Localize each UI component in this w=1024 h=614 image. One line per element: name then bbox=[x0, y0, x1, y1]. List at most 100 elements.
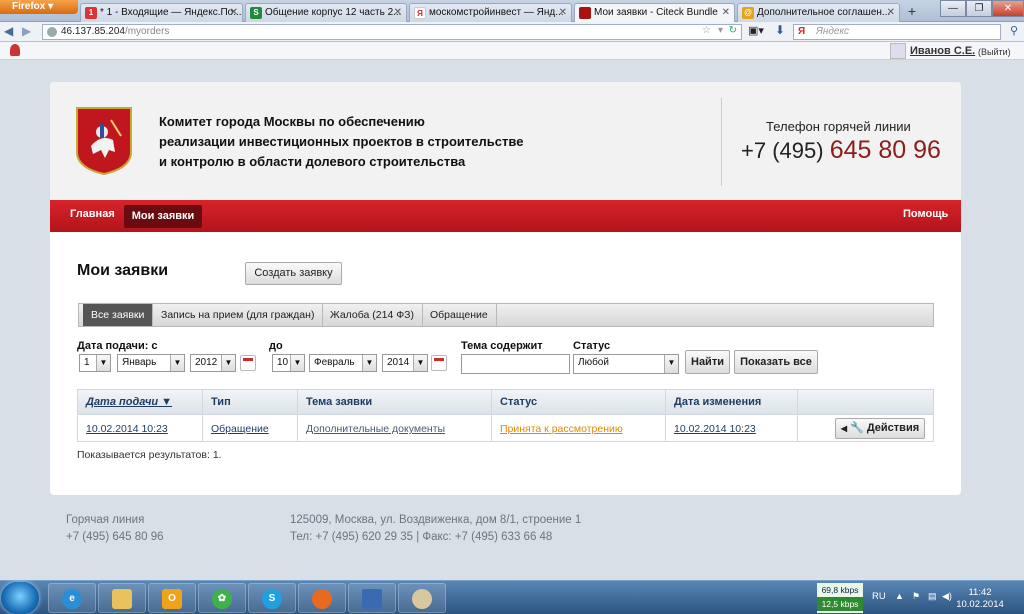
column-header-changed[interactable]: Дата изменения bbox=[674, 396, 761, 408]
from-year-select[interactable]: 2012 ▼ bbox=[190, 354, 236, 372]
status-select[interactable]: Любой ▼ bbox=[573, 354, 679, 374]
network-tray-icon[interactable]: ▤ bbox=[928, 591, 937, 602]
bookmark-star-icon[interactable]: ☆ bbox=[702, 25, 711, 36]
to-day-select[interactable]: 10 ▼ bbox=[272, 354, 305, 372]
column-header-status[interactable]: Статус bbox=[500, 396, 537, 408]
topic-input[interactable] bbox=[461, 354, 570, 374]
actions-button[interactable]: ◀ 🔧 Действия bbox=[835, 418, 925, 439]
from-month-select[interactable]: Январь ▼ bbox=[117, 354, 185, 372]
moscow-coat-of-arms-icon bbox=[76, 107, 132, 176]
language-indicator[interactable]: RU bbox=[872, 591, 886, 602]
content-card: Комитет города Москвы по обеспечению реа… bbox=[50, 82, 961, 495]
table-header: Дата подачи ▼ Тип Тема заявки Статус Дат… bbox=[78, 390, 933, 414]
close-icon[interactable]: ✕ bbox=[887, 7, 895, 18]
menu-item-my-orders[interactable]: Мои заявки bbox=[124, 205, 202, 228]
taskbar-ie[interactable]: e bbox=[48, 583, 96, 613]
footer-hotline-phone: +7 (495) 645 80 96 bbox=[66, 531, 164, 543]
tab-appointment[interactable]: Запись на прием (для граждан) bbox=[153, 304, 324, 326]
from-day-select[interactable]: 1 ▼ bbox=[79, 354, 111, 372]
cell-changed-link[interactable]: 10.02.2014 10:23 bbox=[674, 423, 756, 435]
from-year-value: 2012 bbox=[195, 357, 218, 368]
taskbar-icq[interactable]: ✿ bbox=[198, 583, 246, 613]
tab-appeal[interactable]: Обращение bbox=[422, 304, 497, 326]
taskbar-outlook[interactable]: O bbox=[148, 583, 196, 613]
reload-icon[interactable]: ↻ bbox=[729, 25, 737, 36]
dropdown-icon[interactable]: ▾ bbox=[718, 25, 723, 36]
taskbar-paint[interactable] bbox=[398, 583, 446, 613]
tab-yandex-mail[interactable]: 1 * 1 - Входящие — Яндекс.По... ✕ bbox=[80, 3, 243, 22]
taskbar-skype[interactable]: S bbox=[248, 583, 296, 613]
to-year-value: 2014 bbox=[387, 357, 410, 368]
minimize-button[interactable]: — bbox=[940, 0, 966, 17]
logout-link[interactable]: (Выйти) bbox=[978, 47, 1011, 57]
to-year-select[interactable]: 2014 ▼ bbox=[382, 354, 428, 372]
pin-icon[interactable] bbox=[10, 44, 20, 56]
search-icon[interactable]: ⚲ bbox=[1010, 24, 1018, 37]
chevron-down-icon: ▼ bbox=[170, 355, 184, 371]
green-s-icon: S bbox=[250, 7, 262, 19]
calendar-icon[interactable] bbox=[431, 355, 447, 371]
back-icon[interactable]: ◀ bbox=[4, 24, 13, 38]
close-window-button[interactable]: ✕ bbox=[992, 0, 1024, 17]
network-icon bbox=[362, 589, 382, 609]
cell-topic-link[interactable]: Дополнительные документы bbox=[306, 423, 445, 435]
flag-icon[interactable]: ⚑ bbox=[912, 591, 920, 602]
taskbar-firefox[interactable] bbox=[298, 583, 346, 613]
taskbar-explorer[interactable] bbox=[98, 583, 146, 613]
close-icon[interactable]: ✕ bbox=[722, 7, 730, 18]
firefox-menu-button[interactable]: Firefox ▾ bbox=[0, 0, 78, 14]
close-icon[interactable]: ✕ bbox=[394, 7, 402, 18]
taskbar: e O ✿ S 69,8 kbps 12,5 kbps RU ▲ ⚑ ▤ ◀) … bbox=[0, 580, 1024, 614]
menu-item-home[interactable]: Главная bbox=[70, 208, 115, 220]
tab-complaint[interactable]: Жалоба (214 ФЗ) bbox=[322, 304, 424, 326]
header-divider bbox=[721, 98, 722, 186]
order-type-tabs: Все заявки Запись на прием (для граждан)… bbox=[78, 303, 934, 327]
to-month-select[interactable]: Февраль ▼ bbox=[309, 354, 377, 372]
url-bar[interactable]: 46.137.85.204/myorders ☆ ▾ ↻ bbox=[42, 24, 742, 40]
orders-table: Дата подачи ▼ Тип Тема заявки Статус Дат… bbox=[77, 389, 934, 442]
close-icon[interactable]: ✕ bbox=[230, 7, 238, 18]
url-path: /myorders bbox=[124, 26, 170, 37]
bookmarks-icon[interactable]: ▣▾ bbox=[748, 24, 764, 37]
calendar-icon[interactable] bbox=[240, 355, 256, 371]
new-tab-button[interactable]: + bbox=[902, 4, 922, 21]
maximize-button[interactable]: ❐ bbox=[966, 0, 992, 17]
to-day-value: 10 bbox=[277, 357, 289, 368]
tab-my-orders[interactable]: Мои заявки - Citeck Bundle ✕ bbox=[574, 3, 735, 22]
paint-icon bbox=[412, 589, 432, 609]
tab-title: Дополнительное соглашен... bbox=[757, 7, 891, 18]
tab-agreement[interactable]: @ Дополнительное соглашен... ✕ bbox=[737, 3, 900, 22]
url-host: 46.137.85.204 bbox=[61, 26, 125, 37]
taskbar-network[interactable] bbox=[348, 583, 396, 613]
search-input[interactable]: Я Яндекс bbox=[793, 24, 1001, 40]
show-all-button[interactable]: Показать все bbox=[734, 350, 818, 374]
close-icon[interactable]: ✕ bbox=[559, 7, 567, 18]
cell-status-link[interactable]: Принята к рассмотрению bbox=[500, 423, 623, 435]
tab-yandex-search[interactable]: Я москомстройинвест — Янд... ✕ bbox=[409, 3, 572, 22]
clock[interactable]: 11:42 10.02.2014 bbox=[950, 587, 1010, 611]
column-header-topic[interactable]: Тема заявки bbox=[306, 396, 372, 408]
create-order-button[interactable]: Создать заявку bbox=[245, 262, 342, 285]
avatar bbox=[890, 43, 906, 59]
column-header-type[interactable]: Тип bbox=[211, 396, 231, 408]
tab-all-orders[interactable]: Все заявки bbox=[83, 304, 154, 326]
chevron-down-icon: ▼ bbox=[290, 355, 304, 371]
cell-type-link[interactable]: Обращение bbox=[211, 423, 269, 435]
outlook-icon: O bbox=[162, 589, 182, 609]
menu-item-help[interactable]: Помощь bbox=[903, 208, 948, 220]
from-month-value: Январь bbox=[122, 357, 157, 368]
cell-date-link[interactable]: 10.02.2014 10:23 bbox=[86, 423, 168, 435]
find-button[interactable]: Найти bbox=[685, 350, 730, 374]
forward-icon[interactable]: ▶ bbox=[22, 24, 31, 38]
download-icon[interactable]: ⬇ bbox=[775, 23, 785, 37]
to-month-value: Февраль bbox=[314, 357, 355, 368]
column-header-date[interactable]: Дата подачи ▼ bbox=[86, 396, 172, 408]
start-button[interactable] bbox=[1, 582, 39, 614]
org-line-2: реализации инвестиционных проектов в стр… bbox=[159, 134, 524, 149]
tray-arrow-icon[interactable]: ▲ bbox=[895, 591, 904, 601]
globe-icon bbox=[47, 27, 57, 37]
user-name-link[interactable]: Иванов С.Е. bbox=[910, 45, 975, 57]
tab-chat[interactable]: S Общение корпус 12 часть 2... ✕ bbox=[245, 3, 407, 22]
org-line-1: Комитет города Москвы по обеспечению bbox=[159, 114, 425, 129]
navigation-bar: ◀ ▶ 46.137.85.204/myorders ☆ ▾ ↻ ▣▾ ⬇ Я … bbox=[0, 22, 1024, 42]
